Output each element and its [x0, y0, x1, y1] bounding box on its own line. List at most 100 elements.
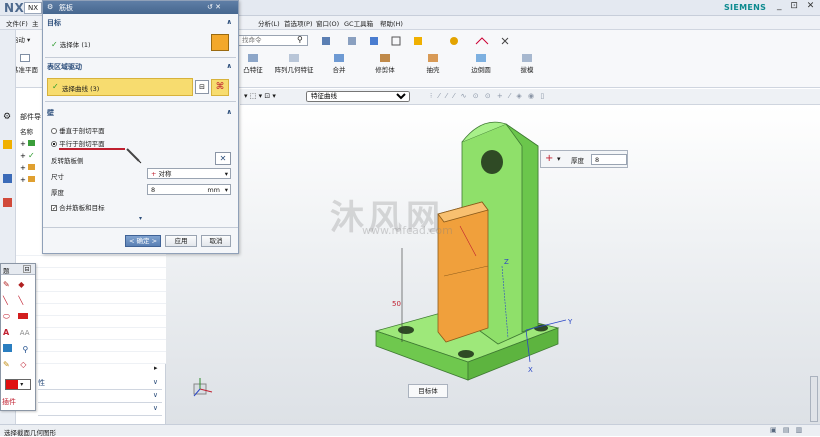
size-select[interactable]: + 对称 ▾ — [147, 168, 231, 179]
select-body-row[interactable]: ✓ 选择体 (1) — [51, 39, 91, 49]
scroll-right-icon[interactable]: ▸ — [154, 364, 158, 372]
panel-third[interactable]: ∨ — [38, 404, 162, 416]
palette-row-2[interactable]: ╲ ╲ — [3, 296, 35, 310]
diamond-icon[interactable]: ◇ — [20, 360, 26, 369]
snap-point-icons[interactable]: ⁝ ⁄ ⁄ ⁄ ∿ ⊙ ⊙ + ⁄ ◈ ◉ ▯ — [430, 92, 546, 100]
highlight-underline — [59, 148, 125, 150]
menu-help[interactable]: 帮助(H) — [380, 18, 403, 28]
settings-icon[interactable]: ⚙ — [3, 112, 11, 122]
select-tools-icon[interactable]: ▾ ⬚ ▾ ⊡ ▾ — [244, 92, 276, 100]
menu-analysis[interactable]: 分析(L) — [258, 18, 280, 28]
render-icon — [348, 37, 356, 45]
menu-preferences[interactable]: 首选项(P) — [284, 18, 313, 28]
pen-icon[interactable]: ✎ — [3, 280, 10, 289]
section-header-label: 表区域驱动 — [47, 63, 82, 71]
search-icon: ⚲ — [297, 35, 303, 44]
palette-row-6[interactable]: ✎ ◇ — [3, 360, 35, 374]
menu-gc-toolbox[interactable]: GC工具箱 — [344, 18, 373, 28]
cancel-button[interactable]: 取消 — [201, 235, 231, 247]
reverse-direction-icon[interactable]: ✕ — [215, 152, 231, 165]
dimension-label: 50 — [392, 300, 401, 308]
palette-row-4[interactable]: A AA — [3, 328, 35, 342]
hud-thickness-input[interactable]: 8 — [591, 154, 627, 165]
draft-button[interactable]: 拔模 — [512, 54, 542, 74]
target-section-header[interactable]: 目标 ∧ — [47, 18, 234, 30]
graphics-viewport[interactable]: 50 Y X Z 沐风网 www.mfcad.com — [166, 106, 820, 424]
merge-checkbox[interactable]: ✓ 合并筋板和目标 — [51, 202, 105, 212]
more-options-icon[interactable]: ▾ — [45, 215, 236, 224]
select-curve-label: 选择曲线 (3) — [62, 85, 100, 93]
navigator-list[interactable] — [16, 244, 166, 364]
checkbox-checked-icon: ✓ — [51, 205, 58, 212]
assembly-icon[interactable] — [3, 140, 12, 149]
ellipse-icon[interactable]: ⬭ — [3, 312, 10, 321]
pattern-feature-button[interactable]: 阵列几何特征 — [274, 54, 314, 74]
color-swatch[interactable]: ▾ — [5, 379, 31, 390]
menu-file[interactable]: 文件(F) — [6, 18, 28, 28]
palette-row-5[interactable]: ⚲ — [3, 344, 35, 358]
apply-button[interactable]: 应用 — [165, 235, 197, 247]
pin-icon[interactable]: ⊟ — [23, 265, 31, 273]
document-tab[interactable]: NX — [24, 2, 42, 14]
menu-window[interactable]: 窗口(O) — [316, 18, 339, 28]
radio-perpendicular[interactable]: 垂直于剖切平面 — [51, 125, 105, 135]
window-controls[interactable]: _ ⊡ ✕ — [777, 1, 817, 11]
curve-select-icon[interactable]: ⌘ — [211, 79, 229, 96]
dialog-title-icons[interactable]: ↺ ✕ — [207, 3, 221, 11]
history-icon[interactable] — [3, 198, 12, 207]
unite-label: 合并 — [332, 66, 346, 74]
chevron-down-icon: ∨ — [152, 391, 158, 399]
panel-second[interactable]: ∨ — [38, 391, 162, 403]
unite-icon — [334, 54, 344, 62]
radio-parallel-label: 平行于剖切平面 — [59, 140, 105, 148]
snap-icon — [450, 37, 458, 45]
model-view[interactable]: 50 Y X Z — [166, 106, 820, 424]
rectangle-icon[interactable] — [18, 313, 29, 319]
shell-icon — [428, 54, 438, 62]
shell-label: 抽壳 — [426, 66, 440, 74]
status-icons[interactable]: ▣ ▤ ▥ — [770, 426, 804, 434]
text-outline-icon[interactable]: AA — [20, 329, 30, 337]
size-label: 尺寸 — [51, 173, 64, 181]
section-drive-header[interactable]: 表区域驱动 ∧ — [47, 62, 234, 74]
dialog-title: 筋板 — [59, 4, 73, 12]
radio-parallel[interactable]: 平行于剖切平面 — [51, 138, 105, 148]
text-icon[interactable]: A — [3, 328, 9, 337]
chevron-up-icon: ∧ — [226, 62, 232, 70]
edge-blend-button[interactable]: 边倒圆 — [466, 54, 496, 74]
divider — [45, 57, 236, 58]
curve-rule-select[interactable]: 特征曲线 — [306, 91, 410, 102]
crosshair-icon: + — [545, 153, 554, 164]
datum-plane-icon — [20, 54, 30, 62]
sketch-section-icon[interactable]: ⊟ — [195, 80, 209, 94]
trim-body-button[interactable]: 修剪体 — [370, 54, 400, 74]
shell-button[interactable]: 抽壳 — [420, 54, 446, 74]
select-body-label: 选择体 (1) — [59, 41, 91, 49]
eraser-icon[interactable]: ◆ — [18, 280, 24, 289]
color-fill-icon[interactable]: ✎ — [3, 360, 10, 369]
thickness-input[interactable]: 8 mm ▾ — [147, 184, 231, 195]
thickness-hud: + ▾ 厚度 8 — [540, 150, 628, 168]
zoom-icon[interactable]: ⚲ — [23, 345, 29, 354]
blend-label: 边倒圆 — [471, 66, 491, 74]
extrude-feature-button[interactable]: 凸特征 — [238, 54, 268, 74]
ok-button[interactable]: < 确定 > — [125, 235, 161, 247]
menu-home[interactable]: 主 — [32, 18, 39, 28]
panel-properties[interactable]: 性 ∨ — [38, 378, 162, 390]
image-icon[interactable] — [3, 344, 12, 352]
reverse-rib-label: 反转筋板侧 — [51, 157, 84, 165]
viewport-scrollbar[interactable] — [810, 376, 818, 422]
wall-section-header[interactable]: 壁 ∧ — [47, 108, 234, 120]
palette-row-1[interactable]: ✎ ◆ — [3, 280, 35, 294]
pattern-label: 阵列几何特征 — [274, 66, 314, 74]
select-curve-row[interactable]: ✓ 选择曲线 (3) — [47, 78, 193, 96]
line-icon[interactable]: ╲ — [3, 296, 8, 305]
palette-row-3[interactable]: ⬭ — [3, 312, 35, 326]
parts-icon[interactable] — [3, 174, 12, 183]
trim-icon — [380, 54, 390, 62]
dialog-title-bar: ⚙ 筋板 ↺ ✕ — [43, 1, 238, 14]
arc-icon[interactable]: ╲ — [18, 296, 23, 305]
unite-button[interactable]: 合并 — [326, 54, 352, 74]
select-body-icon[interactable] — [211, 34, 229, 51]
hud-dropdown-icon[interactable]: ▾ — [557, 155, 561, 163]
